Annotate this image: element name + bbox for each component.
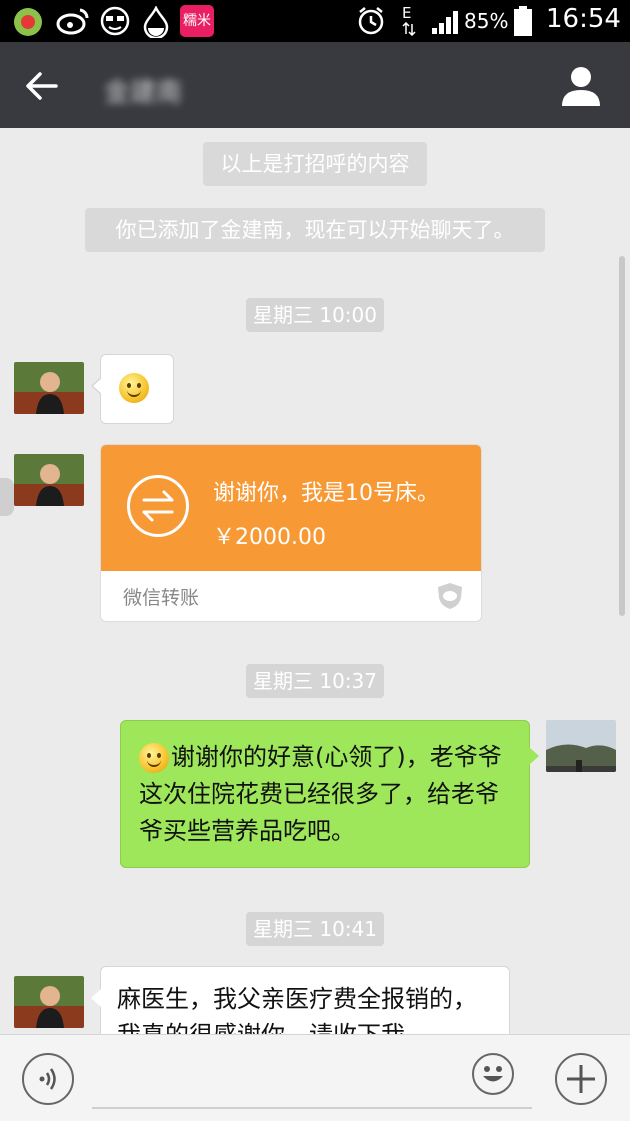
transfer-icon xyxy=(127,475,189,537)
smile-emoji-icon xyxy=(139,743,169,773)
emoji-icon xyxy=(483,1066,503,1082)
voice-input-button[interactable] xyxy=(22,1053,74,1105)
battery-icon xyxy=(514,6,532,36)
scrollbar[interactable] xyxy=(619,256,625,616)
transfer-card[interactable]: 谢谢你，我是10号床。 ￥2000.00 微信转账 xyxy=(100,444,482,622)
drop-icon xyxy=(143,6,169,38)
shield-icon xyxy=(438,583,462,609)
more-options-button[interactable] xyxy=(555,1053,607,1105)
sunglasses-icon xyxy=(100,6,130,36)
network-type: E xyxy=(402,4,412,22)
smile-emoji-icon xyxy=(119,373,149,403)
back-arrow-icon[interactable] xyxy=(24,68,60,104)
transfer-message: 谢谢你，我是10号床。 xyxy=(213,481,439,506)
timestamp: 星期三 10:41 xyxy=(246,912,384,946)
side-drawer-handle[interactable] xyxy=(0,478,14,516)
system-message: 你已添加了金建南，现在可以开始聊天了。 xyxy=(85,208,545,252)
plus-icon xyxy=(567,1065,595,1093)
clock: 16:54 xyxy=(546,4,621,34)
contact-avatar[interactable] xyxy=(14,454,84,506)
chat-area[interactable]: 以上是打招呼的内容 你已添加了金建南，现在可以开始聊天了。 星期三 10:00 xyxy=(0,128,630,1034)
timestamp: 星期三 10:00 xyxy=(246,298,384,332)
app-icon xyxy=(14,8,42,36)
chat-header: 金建南 xyxy=(0,42,630,128)
message-text: 麻医生，我父亲医疗费全报销的，我真的很感谢你，请收下我 xyxy=(117,985,477,1034)
message-input[interactable] xyxy=(92,1107,532,1109)
weibo-icon xyxy=(56,8,89,35)
system-message: 以上是打招呼的内容 xyxy=(203,142,427,186)
nuomi-icon: 糯米 xyxy=(180,5,214,37)
data-arrows-icon xyxy=(402,22,416,36)
status-bar: 糯米 E 85% 16:54 xyxy=(0,0,630,42)
profile-icon[interactable] xyxy=(560,64,602,108)
alarm-icon xyxy=(358,7,384,35)
outgoing-message-text: 谢谢你的好意(心领了)，老爷爷这次住院花费已经很多了，给老爷爷买些营养品吃吧。 xyxy=(139,743,502,845)
chat-title: 金建南 xyxy=(104,78,183,108)
transfer-label: 微信转账 xyxy=(123,587,200,609)
timestamp: 星期三 10:37 xyxy=(246,664,384,698)
message-bubble[interactable] xyxy=(91,354,174,424)
battery-percent: 85% xyxy=(464,9,509,33)
my-avatar[interactable] xyxy=(546,720,616,772)
input-bar xyxy=(0,1034,630,1121)
transfer-amount: ￥2000.00 xyxy=(213,525,326,550)
voice-icon xyxy=(39,1068,56,1090)
outgoing-message-bubble[interactable]: 谢谢你的好意(心领了)，老爷爷这次住院花费已经很多了，给老爷爷买些营养品吃吧。 xyxy=(120,720,539,868)
contact-avatar[interactable] xyxy=(14,362,84,414)
emoji-button[interactable] xyxy=(472,1053,514,1095)
message-bubble[interactable]: 麻医生，我父亲医疗费全报销的，我真的很感谢你，请收下我 xyxy=(91,966,510,1034)
contact-avatar[interactable] xyxy=(14,976,84,1028)
signal-icon xyxy=(432,11,458,34)
